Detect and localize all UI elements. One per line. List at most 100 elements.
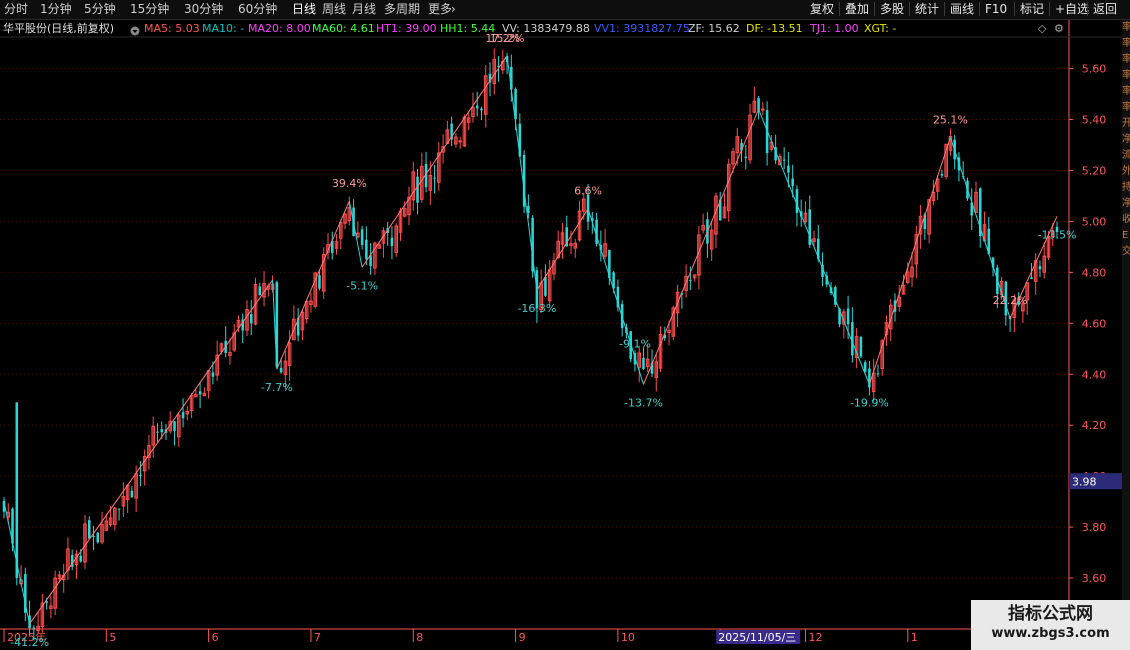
candle-body-down	[160, 429, 164, 433]
x-tick-label: 6	[212, 631, 219, 644]
watermark-url: www.zbgs3.com	[991, 626, 1110, 641]
right-panel-char: 率	[1122, 38, 1130, 49]
right-panel-char: 持	[1122, 182, 1130, 193]
watermark-title: 指标公式网	[1008, 604, 1093, 624]
candle-body-down	[249, 314, 253, 324]
x-tick-label: 1	[911, 631, 918, 644]
right-panel-char: 率	[1122, 54, 1130, 65]
right-panel-char: 率	[1122, 22, 1130, 33]
candle-body-down	[258, 286, 262, 296]
candle-body-down	[744, 156, 748, 158]
candle-body-down	[173, 421, 176, 431]
y-tick-label: 4.40	[1082, 368, 1107, 381]
candle-body-down	[32, 627, 36, 629]
zigzag-pct-label: 6.6%	[574, 185, 602, 198]
candle-body-down	[787, 165, 790, 173]
candle-body-down	[92, 535, 95, 537]
right-panel-char: 开	[1122, 118, 1130, 129]
zigzag-pct-label: -16.3%	[517, 302, 556, 315]
zigzag-segment	[276, 200, 350, 370]
right-panel-char: 交	[1122, 246, 1130, 257]
x-tick-label: 9	[519, 631, 526, 644]
y-tick-label: 5.60	[1082, 63, 1107, 76]
candle-body-down	[117, 508, 121, 510]
candle-body-down	[544, 276, 547, 296]
watermark-logo: 指标公式网 www.zbgs3.com	[971, 600, 1130, 650]
candle-body-down	[198, 391, 202, 395]
candle-body-down	[586, 194, 590, 222]
right-panel-char: 外	[1122, 166, 1130, 177]
zigzag-segment	[643, 109, 760, 385]
right-panel-char: 收	[1122, 214, 1130, 225]
candle-body-down	[15, 402, 19, 573]
y-tick-label: 3.60	[1082, 572, 1107, 585]
x-tick-label: 12	[808, 631, 822, 644]
candle-body-down	[782, 159, 786, 161]
zigzag-segment	[348, 200, 363, 268]
candle-body-up	[761, 108, 765, 111]
right-panel-char: 率	[1122, 102, 1130, 113]
candle-body-down	[791, 178, 794, 186]
cursor-date-label: 2025/11/05/三	[718, 631, 796, 644]
y-tick-label: 5.40	[1082, 114, 1107, 127]
candle-body-up	[458, 140, 462, 143]
zigzag-segment	[868, 137, 951, 385]
zigzag-pct-label: -5.1%	[346, 279, 378, 292]
zigzag-pct-label: 39.4%	[332, 177, 367, 190]
zigzag-pct-label: 17.2%	[485, 32, 520, 45]
zigzag-pct-label: 25.1%	[933, 113, 968, 126]
right-panel-char: 净	[1122, 134, 1130, 145]
candle-body-down	[868, 368, 871, 388]
candle-body-down	[527, 205, 530, 214]
candle-body-down	[859, 336, 863, 357]
right-panel-char: 率	[1122, 70, 1130, 81]
candle-body-down	[689, 279, 692, 281]
candle-body-down	[211, 372, 215, 377]
candle-body-down	[365, 239, 368, 259]
candle-body-down	[279, 367, 283, 373]
zigzag-segment	[758, 109, 870, 385]
y-tick-label: 5.20	[1082, 164, 1107, 177]
y-tick-label: 3.80	[1082, 521, 1107, 534]
candle-body-down	[846, 308, 850, 325]
candle-body-down	[1038, 266, 1042, 270]
candle-body-down	[87, 520, 91, 539]
candle-body-down	[79, 555, 83, 562]
y-tick-label: 4.80	[1082, 266, 1107, 279]
zigzag-pct-label: -9.1%	[619, 338, 651, 351]
right-panel-char: 率	[1122, 86, 1130, 97]
zigzag-pct-label: -19.9%	[850, 396, 889, 409]
x-tick-label: 8	[416, 631, 423, 644]
zigzag-segment	[361, 55, 508, 268]
zigzag-pct-label: -13.7%	[624, 396, 663, 409]
right-panel-char: 净	[1122, 198, 1130, 209]
current-price-label: 3.98	[1072, 475, 1097, 488]
y-tick-label: 4.20	[1082, 419, 1107, 432]
candle-body-down	[480, 108, 483, 111]
zigzag-segment	[29, 279, 273, 625]
candle-body-down	[181, 412, 185, 419]
zigzag-pct-label: -41.2%	[10, 636, 49, 649]
candle-body-down	[433, 177, 436, 179]
candle-body-down	[876, 373, 880, 375]
candle-body-down	[96, 532, 100, 543]
candle-body-down	[130, 490, 134, 498]
x-tick-label: 7	[314, 631, 321, 644]
candle-body-down	[475, 105, 479, 109]
candle-body-down	[757, 98, 760, 111]
y-tick-label: 5.00	[1082, 215, 1107, 228]
zigzag-pct-label: 22.2%	[993, 294, 1028, 307]
right-panel-char: E	[1122, 230, 1129, 241]
zigzag-segment	[587, 208, 644, 385]
kline-chart[interactable]: 3.403.603.804.004.204.404.604.805.005.20…	[0, 0, 1130, 650]
candle-body-down	[156, 431, 159, 433]
y-tick-label: 4.60	[1082, 317, 1107, 330]
zigzag-pct-label: -7.7%	[261, 381, 293, 394]
x-tick-label: 5	[109, 631, 116, 644]
candle-body-down	[390, 237, 394, 247]
candle-body-down	[940, 173, 944, 176]
candle-body-down	[416, 176, 419, 203]
candle-body-down	[1030, 277, 1033, 279]
zigzag-pct-label: -13.5%	[1038, 228, 1077, 241]
candle-body-down	[139, 474, 142, 477]
